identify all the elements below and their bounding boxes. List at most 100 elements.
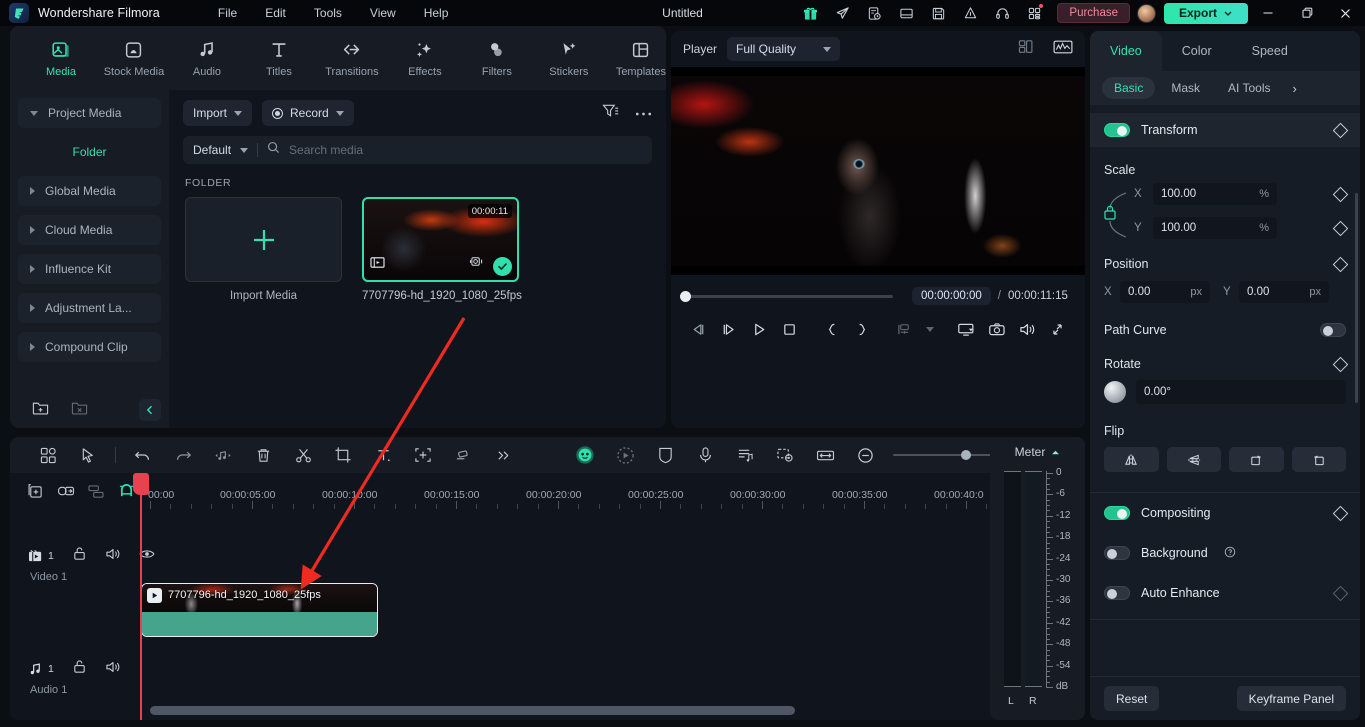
tab-effects[interactable]: Effects xyxy=(400,39,450,78)
zoom-out-icon[interactable] xyxy=(845,437,885,473)
play-icon[interactable] xyxy=(744,314,774,344)
clip-play-icon[interactable] xyxy=(147,588,162,603)
gift-icon[interactable] xyxy=(794,0,826,26)
media-item-import[interactable]: Import Media xyxy=(185,197,342,302)
subtab-ai-tools[interactable]: AI Tools xyxy=(1216,77,1282,99)
position-x-input[interactable]: 0.00 px xyxy=(1120,281,1210,303)
split-icon[interactable] xyxy=(283,437,323,473)
timeline-ruler[interactable]: 00:00 00:00:05:00 00:00:10:00 00:00:15:0… xyxy=(140,473,1085,509)
mark-out-icon[interactable] xyxy=(847,314,877,344)
audio-track-icon[interactable]: 1 xyxy=(28,662,54,676)
fullscreen-icon[interactable] xyxy=(1043,314,1073,344)
user-avatar[interactable] xyxy=(1137,3,1156,23)
keyframe-panel-button[interactable]: Keyframe Panel xyxy=(1236,686,1346,711)
note-history-icon[interactable] xyxy=(858,0,890,26)
add-track-icon[interactable] xyxy=(22,478,49,504)
mark-in-icon[interactable] xyxy=(817,314,847,344)
tab-templates[interactable]: Templates xyxy=(616,39,666,78)
unlock-icon[interactable] xyxy=(72,659,87,679)
help-icon[interactable] xyxy=(1224,546,1236,561)
import-button[interactable]: Import xyxy=(183,100,253,126)
sort-dropdown-label[interactable]: Default xyxy=(193,143,231,157)
minimize-button[interactable] xyxy=(1248,0,1287,26)
player-scrubber[interactable] xyxy=(680,290,893,302)
timeline-zoom-slider[interactable] xyxy=(893,450,1001,460)
flip-horizontal-icon[interactable] xyxy=(1104,447,1159,472)
select-tool-icon[interactable] xyxy=(68,437,108,473)
keyframe-icon[interactable] xyxy=(1332,505,1349,521)
menu-help[interactable]: Help xyxy=(410,2,463,24)
keyframe-icon[interactable] xyxy=(1332,256,1349,272)
tab-stickers[interactable]: Stickers xyxy=(544,39,594,78)
sidebar-item-folder[interactable]: Folder xyxy=(18,137,161,167)
audio-list-icon[interactable] xyxy=(725,437,765,473)
caret-up-icon[interactable] xyxy=(1051,445,1060,459)
timeline-playhead[interactable] xyxy=(133,473,149,720)
quality-dropdown[interactable]: Full Quality xyxy=(727,37,841,61)
sidebar-item-global-media[interactable]: Global Media xyxy=(18,176,161,206)
menu-view[interactable]: View xyxy=(356,2,410,24)
keyframe-icon[interactable] xyxy=(1332,122,1349,138)
rotate-cw-icon[interactable] xyxy=(1229,447,1284,472)
subtab-mask[interactable]: Mask xyxy=(1159,77,1212,99)
sidebar-item-influence-kit[interactable]: Influence Kit xyxy=(18,254,161,284)
group-icon[interactable] xyxy=(83,478,110,504)
sidebar-item-cloud-media[interactable]: Cloud Media xyxy=(18,215,161,245)
save-icon[interactable] xyxy=(922,0,954,26)
text-icon[interactable] xyxy=(363,437,403,473)
flip-vertical-icon[interactable] xyxy=(1166,447,1221,472)
collapse-panel-icon[interactable] xyxy=(139,399,161,421)
auto-reframe-icon[interactable] xyxy=(403,437,443,473)
waveform-icon[interactable] xyxy=(1053,39,1073,60)
media-thumbnail[interactable]: 00:00:11 xyxy=(362,197,519,282)
tab-color[interactable]: Color xyxy=(1162,31,1232,71)
close-button[interactable] xyxy=(1326,0,1365,26)
sidebar-item-project-media[interactable]: Project Media xyxy=(18,98,161,128)
video-preview[interactable] xyxy=(671,67,1085,275)
reset-button[interactable]: Reset xyxy=(1104,686,1160,711)
delete-folder-icon[interactable] xyxy=(71,399,88,421)
playhead-handle[interactable] xyxy=(133,473,149,495)
new-folder-icon[interactable] xyxy=(32,399,49,421)
player-scrubber-handle[interactable] xyxy=(680,290,691,302)
mixer-icon[interactable] xyxy=(443,437,483,473)
media-item-clip[interactable]: 00:00:11 7707796-hd_1920_1080_25fps xyxy=(362,197,522,302)
record-button[interactable]: Record xyxy=(262,100,354,126)
restore-button[interactable] xyxy=(1287,0,1326,26)
headset-icon[interactable] xyxy=(986,0,1018,26)
scale-lock-icon[interactable] xyxy=(1102,189,1128,241)
mask-icon[interactable] xyxy=(645,437,685,473)
meter-header[interactable]: Meter xyxy=(990,437,1085,467)
menu-edit[interactable]: Edit xyxy=(251,2,300,24)
speed-icon[interactable] xyxy=(954,0,986,26)
menu-tools[interactable]: Tools xyxy=(300,2,356,24)
path-curve-toggle[interactable] xyxy=(1320,323,1346,337)
grid-view-icon[interactable] xyxy=(1018,39,1036,60)
volume-icon[interactable] xyxy=(1012,314,1042,344)
tab-media[interactable]: Media xyxy=(36,39,86,78)
marker-icon[interactable] xyxy=(890,314,920,344)
tab-transitions[interactable]: Transitions xyxy=(325,39,379,78)
tab-stock-media[interactable]: Stock Media xyxy=(104,39,164,78)
motion-tracking-icon[interactable] xyxy=(605,437,645,473)
transform-toggle[interactable] xyxy=(1104,123,1130,137)
compositing-toggle[interactable] xyxy=(1104,506,1130,520)
scale-y-input[interactable]: 100.00 % xyxy=(1153,217,1277,239)
rotate-dial[interactable] xyxy=(1104,381,1126,403)
crop-icon[interactable] xyxy=(323,437,363,473)
filter-icon[interactable] xyxy=(602,103,619,123)
ai-portrait-icon[interactable] xyxy=(565,437,605,473)
link-icon[interactable] xyxy=(53,478,80,504)
menu-file[interactable]: File xyxy=(204,2,251,24)
keyframe-icon[interactable] xyxy=(1332,220,1349,236)
rotate-input[interactable]: 0.00° xyxy=(1136,380,1346,404)
position-y-input[interactable]: 0.00 px xyxy=(1239,281,1329,303)
subtab-more-icon[interactable]: › xyxy=(1292,81,1296,96)
tab-video[interactable]: Video xyxy=(1090,31,1162,71)
video-track-icon[interactable]: 1 xyxy=(28,549,54,563)
screen-icon[interactable] xyxy=(951,314,981,344)
keyframe-icon[interactable] xyxy=(1332,186,1349,202)
more-options-icon[interactable] xyxy=(635,104,652,122)
auto-enhance-toggle[interactable] xyxy=(1104,586,1130,600)
keyframe-icon[interactable] xyxy=(1332,585,1349,601)
